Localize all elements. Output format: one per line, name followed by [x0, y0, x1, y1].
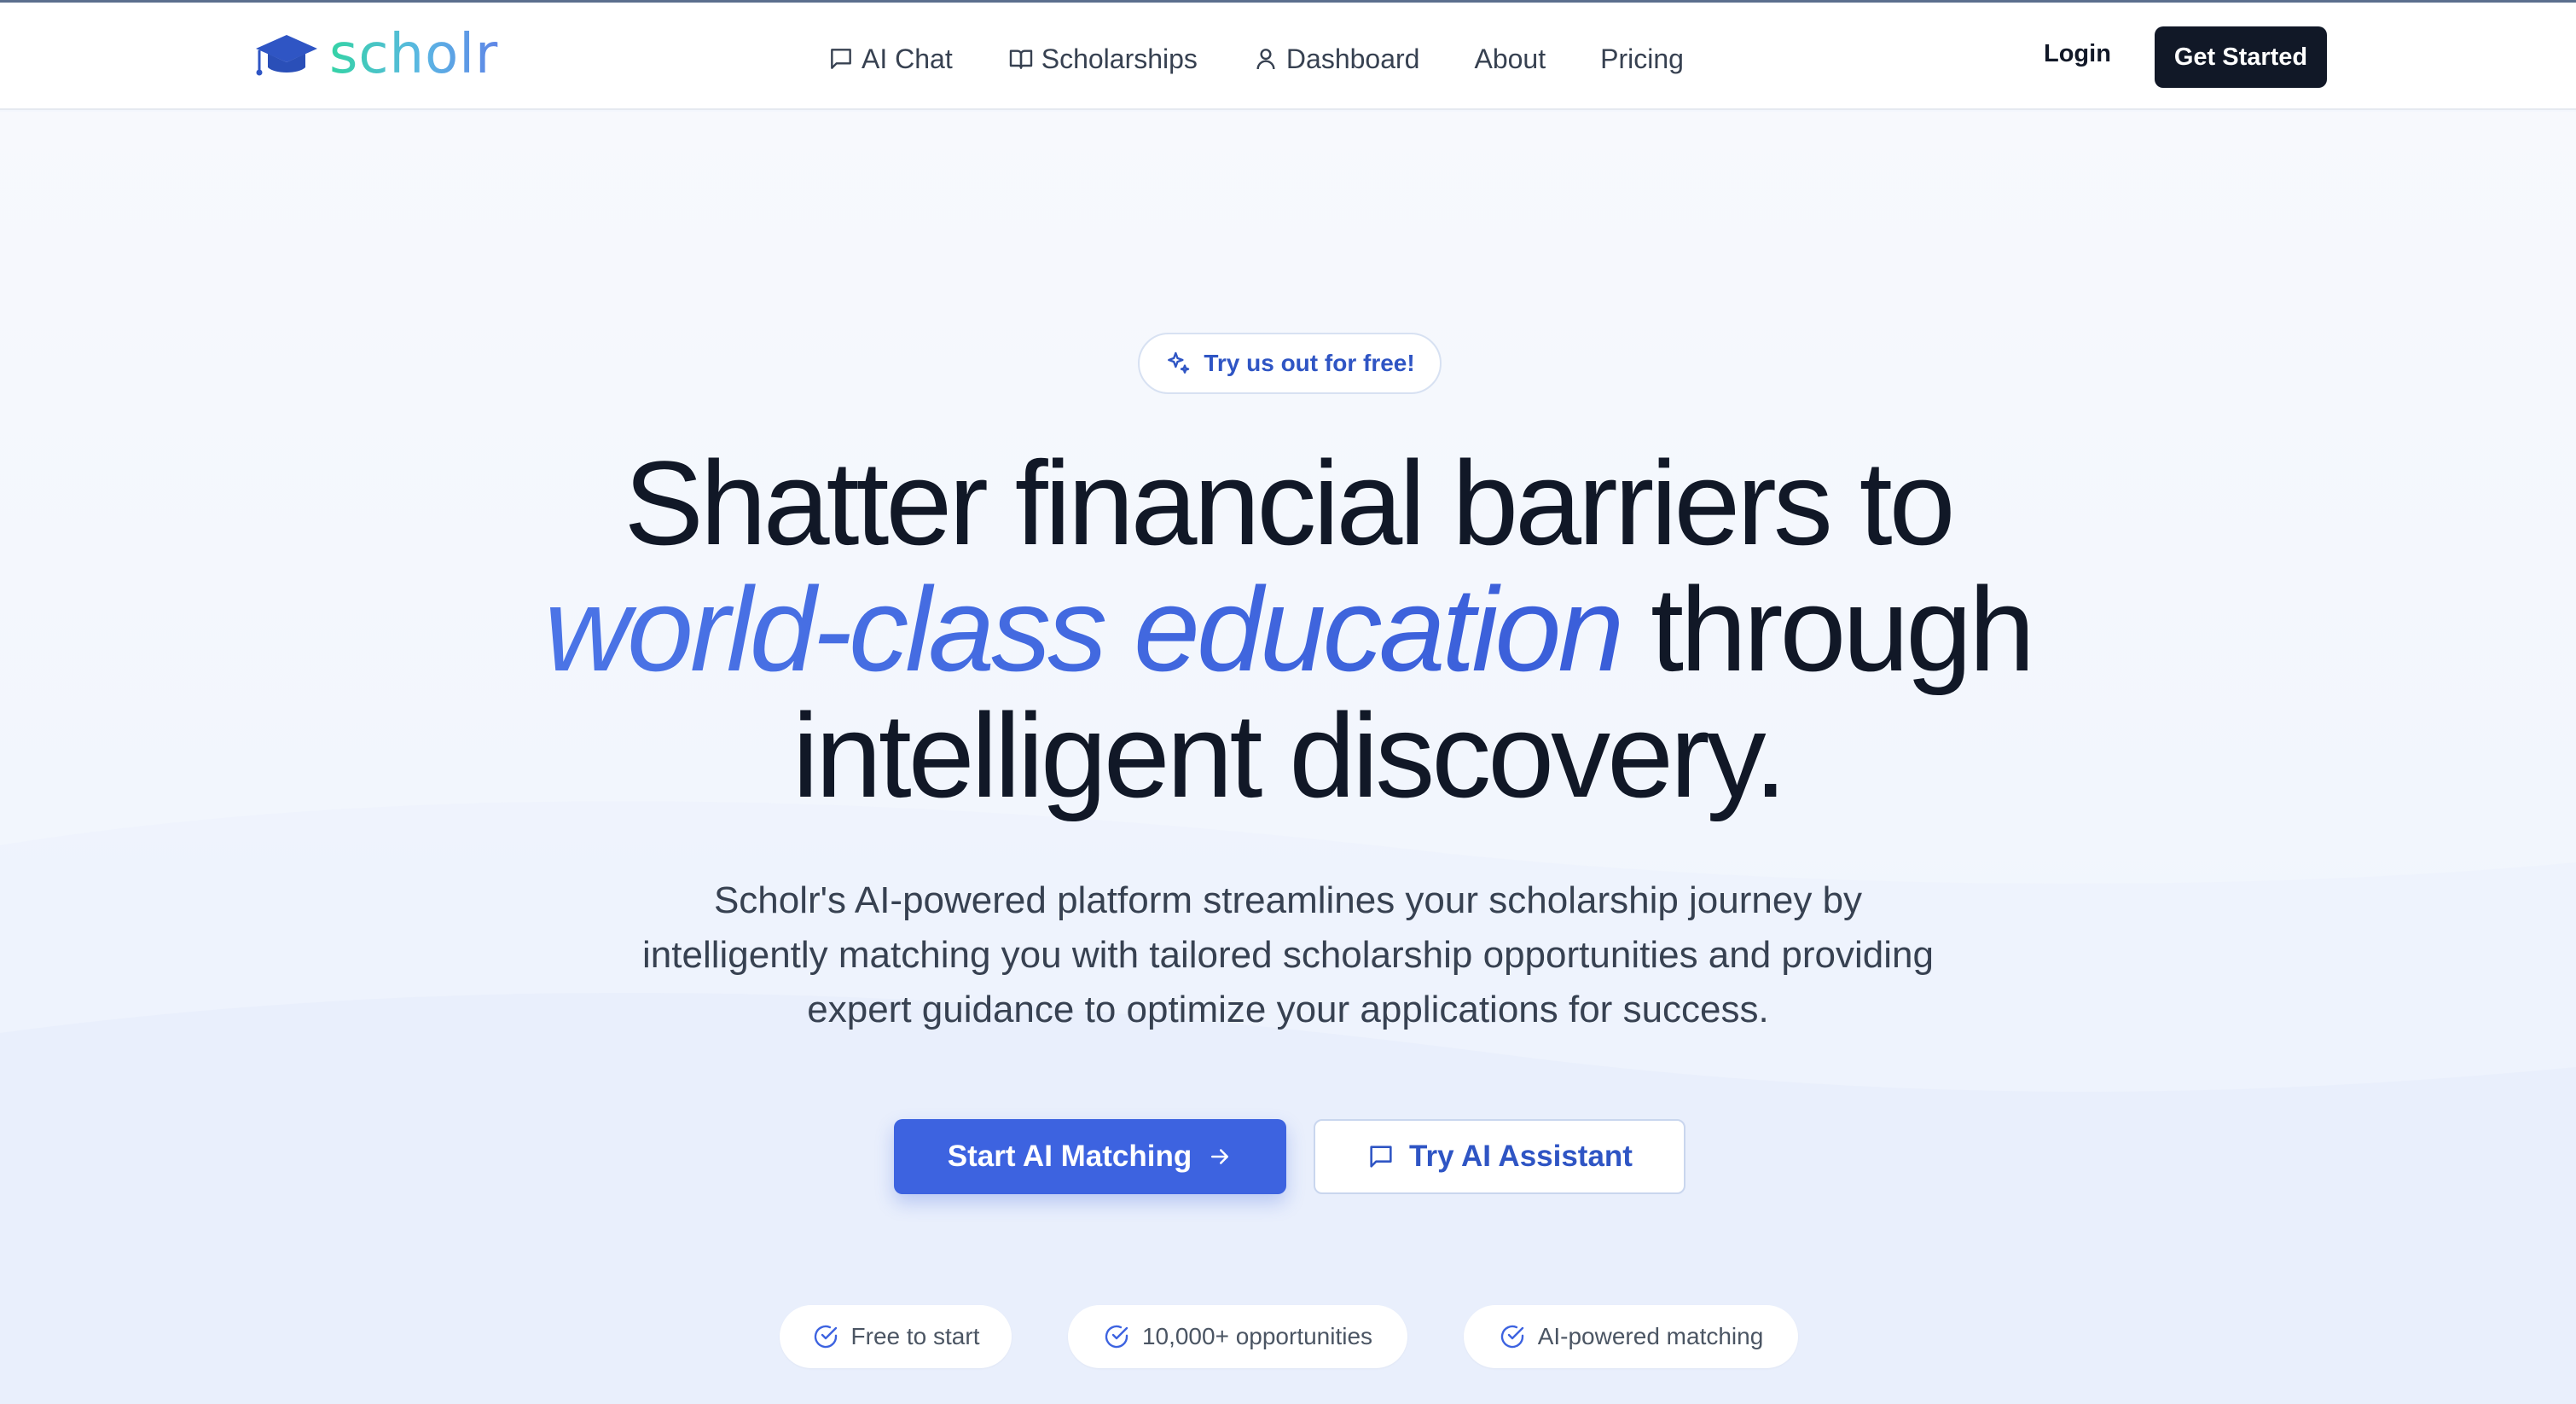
start-ai-matching-button[interactable]: Start AI Matching	[894, 1119, 1286, 1194]
nav-item-pricing[interactable]: Pricing	[1600, 44, 1684, 75]
nav-item-label: Dashboard	[1285, 43, 1420, 74]
nav-item-ai-chat[interactable]: AI Chat	[827, 44, 953, 75]
hero-subtitle: Scholr's AI-powered platform streamlines…	[642, 879, 1934, 1030]
book-open-icon	[1009, 49, 1032, 69]
hero-headline: Shatter financial barriers to world-clas…	[0, 440, 2576, 819]
main-navigation: AI Chat Scholarships Dashboard About Pri…	[827, 32, 1738, 86]
button-label: Try AI Assistant	[1409, 1140, 1633, 1173]
chat-bubble-icon	[831, 49, 851, 69]
brand-name: scholr	[329, 23, 499, 86]
nav-item-label: Pricing	[1600, 43, 1684, 74]
button-label: Start AI Matching	[947, 1140, 1192, 1173]
check-circle-icon	[1500, 1325, 1523, 1349]
feature-pill-opportunities: 10,000+ opportunities	[1068, 1305, 1407, 1368]
nav-item-label: Scholarships	[1041, 43, 1198, 74]
try-ai-assistant-button[interactable]: Try AI Assistant	[1314, 1119, 1685, 1194]
sparkles-icon	[1168, 351, 1190, 374]
chat-bubble-icon	[1370, 1146, 1392, 1168]
top-navbar: scholr AI Chat Scholarships Dashboard Ab…	[0, 3, 2576, 110]
user-icon	[1256, 49, 1275, 70]
feature-pill-free-to-start: Free to start	[780, 1305, 1012, 1368]
nav-item-label: AI Chat	[862, 43, 953, 74]
check-circle-icon	[1105, 1325, 1128, 1349]
brand-logo[interactable]: scholr	[252, 23, 499, 86]
headline-line-3: intelligent discovery.	[792, 688, 1787, 822]
headline-line-1: Shatter financial barriers to	[624, 436, 1955, 570]
headline-line-2-rest: through	[1621, 562, 2035, 696]
badge-label: Try us out for free!	[1204, 350, 1415, 376]
arrow-right-icon	[1211, 1149, 1229, 1164]
feature-label: AI-powered matching	[1537, 1323, 1764, 1349]
nav-item-scholarships[interactable]: Scholarships	[1007, 44, 1198, 75]
free-trial-badge[interactable]: Try us out for free!	[1138, 333, 1442, 394]
nav-item-dashboard[interactable]: Dashboard	[1252, 43, 1420, 75]
feature-label: 10,000+ opportunities	[1141, 1323, 1373, 1349]
nav-item-about[interactable]: About	[1474, 44, 1546, 75]
feature-label: Free to start	[850, 1323, 980, 1349]
check-circle-icon	[814, 1325, 837, 1349]
nav-item-label: About	[1474, 43, 1546, 74]
feature-pill-ai-matching: AI-powered matching	[1464, 1305, 1798, 1368]
login-link[interactable]: Login	[2044, 40, 2111, 68]
graduation-cap-icon	[256, 35, 317, 76]
get-started-button[interactable]: Get Started	[2155, 26, 2327, 88]
headline-accent: world-class education	[544, 562, 1624, 696]
